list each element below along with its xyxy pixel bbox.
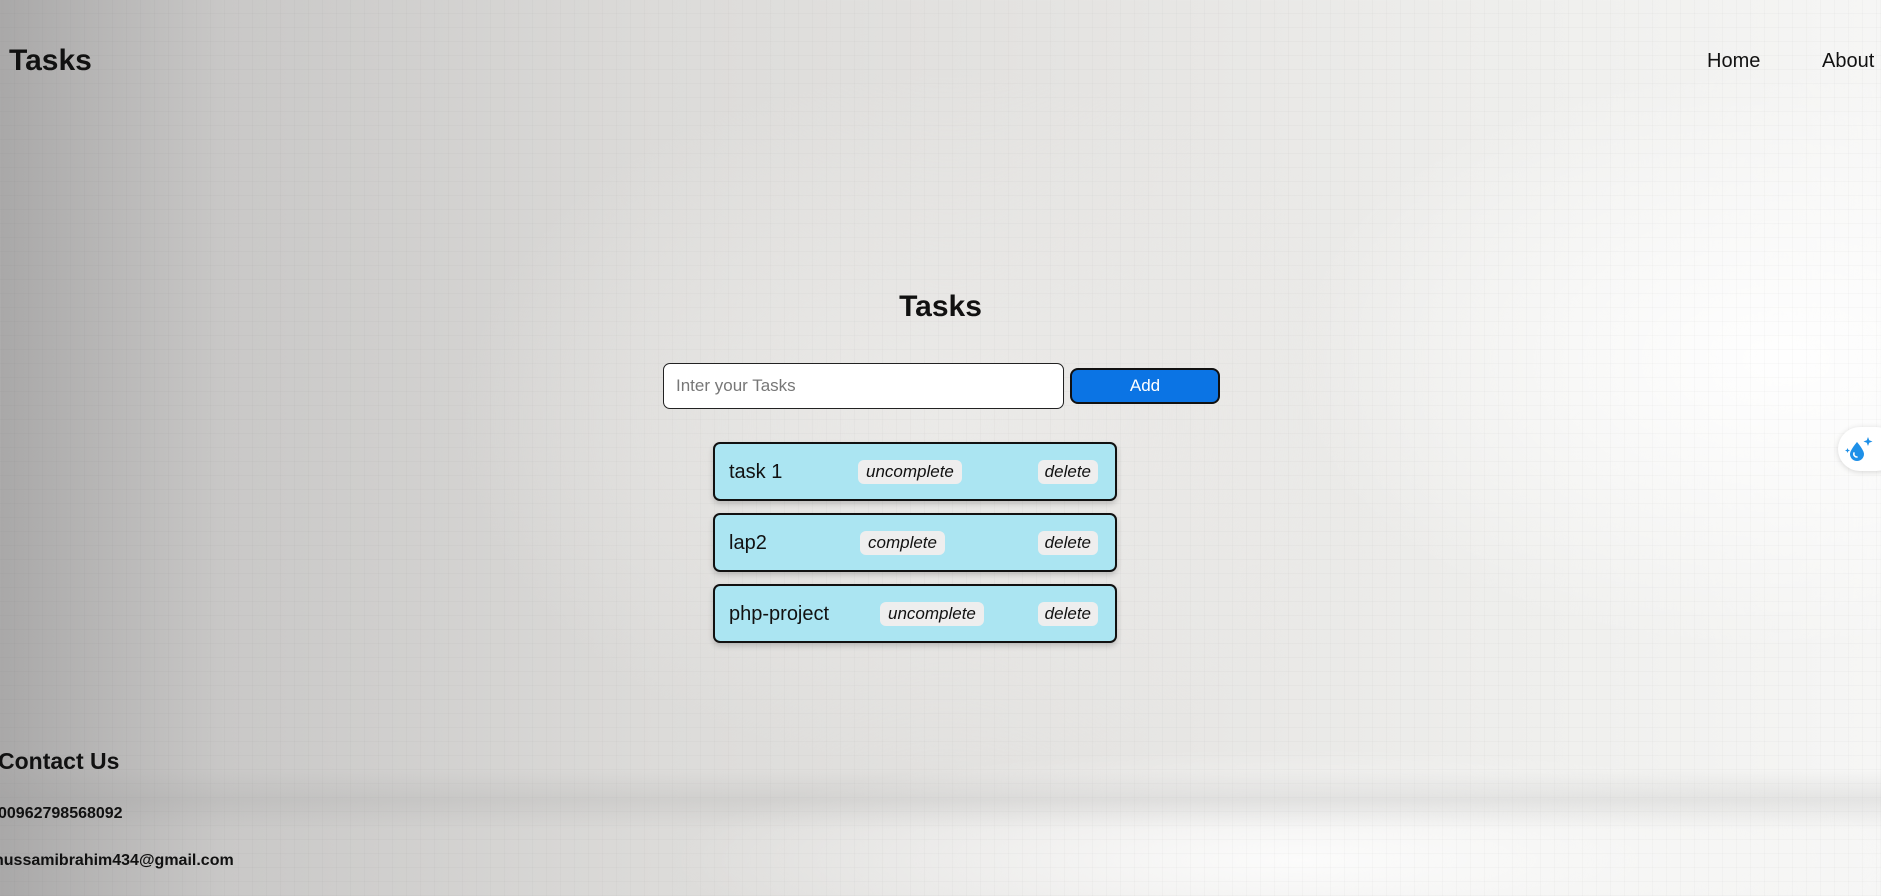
brand-title: Tasks [9,44,92,77]
task-status-toggle-button[interactable]: uncomplete [880,602,984,626]
task-delete-button[interactable]: delete [1037,531,1098,555]
contact-phone: 00962798568092 [0,805,123,822]
task-name: task 1 [729,461,783,483]
task-item: task 1 uncomplete delete [713,442,1117,501]
task-delete-button[interactable]: delete [1037,460,1098,484]
task-list: task 1 uncomplete delete lap2 complete d… [713,442,1117,655]
add-task-button[interactable]: Add [1070,368,1220,404]
nav-about-link[interactable]: About [1822,50,1874,73]
contact-title: Contact Us [0,748,120,774]
task-item: lap2 complete delete [713,513,1117,572]
task-status-toggle-button[interactable]: uncomplete [858,460,962,484]
task-name: lap2 [729,532,767,554]
task-item: php-project uncomplete delete [713,584,1117,643]
page-title: Tasks [899,290,982,323]
site-header: Tasks Home About [0,0,1881,120]
contact-email: hussamibrahim434@gmail.com [0,852,234,869]
background-floor-shadow [0,770,1881,830]
task-input[interactable] [663,363,1064,409]
task-delete-button[interactable]: delete [1037,602,1098,626]
floating-widget-button[interactable] [1838,427,1881,471]
task-name: php-project [729,603,830,625]
task-status-toggle-button[interactable]: complete [860,531,945,555]
nav-home-link[interactable]: Home [1707,50,1760,73]
